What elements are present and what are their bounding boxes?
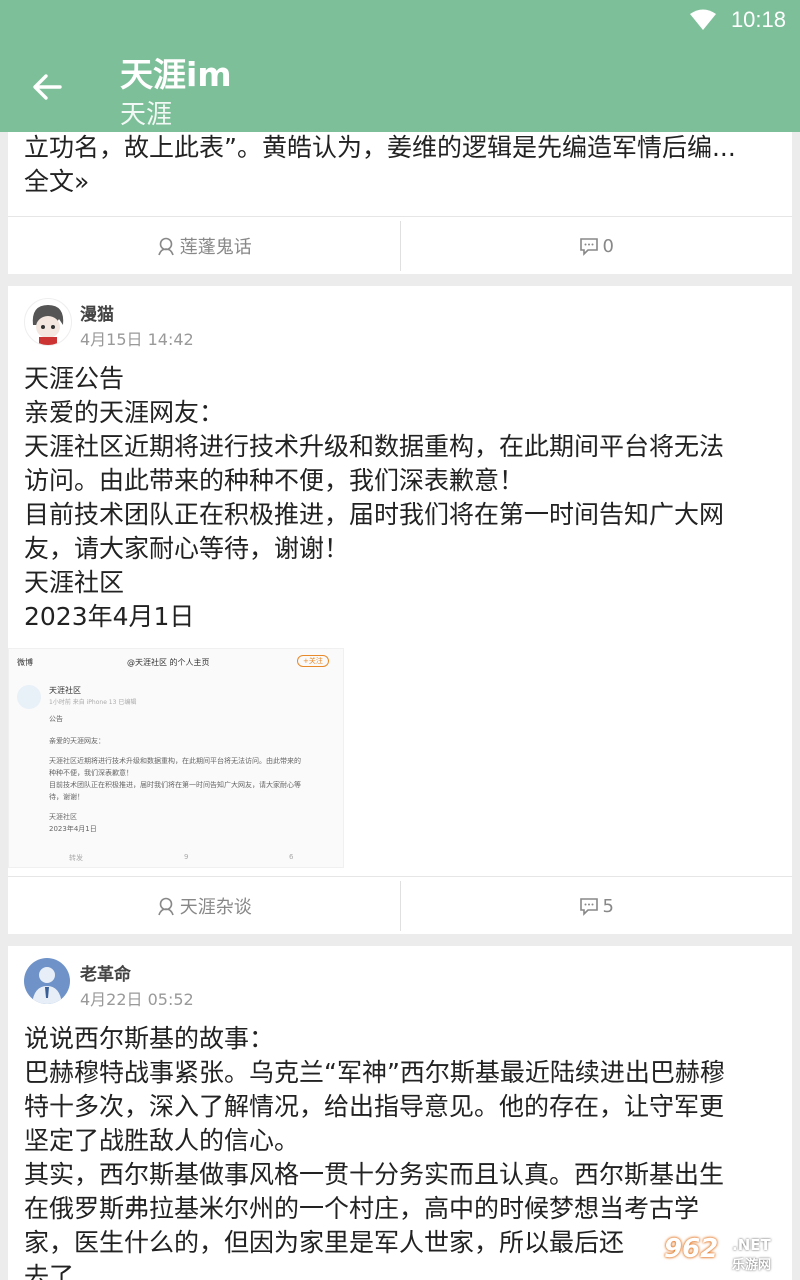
author-name[interactable]: 漫猫 bbox=[80, 300, 114, 325]
post-image[interactable]: 微博 @天涯社区 的个人主页 +关注 天涯社区 1小时前 来自 iPhone 1… bbox=[8, 648, 344, 868]
board-button[interactable]: 莲蓬鬼话 bbox=[8, 217, 400, 275]
read-full-link[interactable]: 全文» bbox=[24, 165, 776, 199]
app-bar: 天涯im 天涯 bbox=[0, 40, 800, 132]
image-line: 天涯社区近期将进行技术升级和数据重构，在此期间平台将无法访问。由此带来的 bbox=[49, 757, 301, 765]
board-label: 天涯杂谈 bbox=[179, 897, 252, 918]
person-silhouette-icon bbox=[32, 967, 62, 1004]
post-text-line: 其实，西尔斯基做事风格一贯十分务实而且认真。西尔斯基出生 bbox=[24, 1160, 725, 1189]
post-author: 老革命 4月22日 05:52 bbox=[24, 958, 784, 1010]
post-time: 4月15日 14:42 bbox=[80, 330, 194, 349]
app-title: 天涯im bbox=[120, 55, 232, 94]
watermark-number: 962 bbox=[664, 1234, 719, 1264]
post-text-line: 友，请大家耐心等待，谢谢！ bbox=[24, 534, 350, 563]
comment-count: 5 bbox=[602, 895, 614, 917]
status-bar: 10:18 bbox=[0, 0, 800, 40]
avatar[interactable] bbox=[24, 958, 70, 1004]
post-text-line: 亲爱的天涯网友： bbox=[24, 398, 225, 427]
post-text-line: 巴赫穆特战事紧张。乌克兰“军神”西尔斯基最近陆续进出巴赫穆 bbox=[24, 1058, 725, 1087]
image-line: 种种不便，我们深表歉意！ bbox=[49, 769, 133, 777]
post-text-line: 坚定了战胜敌人的信心。 bbox=[24, 1126, 300, 1155]
site-watermark: 962 .NET 乐游网 bbox=[660, 1234, 800, 1273]
post-text-line: 访问。由此带来的种种不便，我们深表歉意！ bbox=[24, 466, 525, 495]
anime-avatar-icon bbox=[32, 305, 64, 345]
image-like-count: 6 bbox=[289, 853, 294, 861]
post-author: 漫猫 4月15日 14:42 bbox=[24, 298, 784, 350]
watermark-name: 乐游网 bbox=[732, 1258, 772, 1273]
post-time: 4月22日 05:52 bbox=[80, 990, 194, 1009]
post-text-line: 在俄罗斯弗拉基米尔州的一个村庄，高中的时候梦想当考古学 bbox=[24, 1194, 700, 1223]
app-subtitle: 天涯 bbox=[120, 100, 173, 130]
comment-icon bbox=[579, 238, 598, 256]
author-name[interactable]: 老革命 bbox=[80, 960, 131, 985]
image-line: 待，谢谢！ bbox=[49, 793, 84, 801]
image-repost: 转发 bbox=[69, 854, 83, 862]
user-icon bbox=[157, 897, 174, 916]
post-text-line: 去了 bbox=[24, 1262, 75, 1280]
back-arrow-icon[interactable] bbox=[30, 70, 64, 104]
comment-count: 0 bbox=[602, 235, 614, 257]
post-text-line: 天涯社区近期将进行技术升级和数据重构，在此期间平台将无法 bbox=[24, 432, 725, 461]
image-comment-count: 9 bbox=[184, 853, 189, 861]
image-line: 2023年4月1日 bbox=[49, 825, 97, 833]
image-header: @天涯社区 的个人主页 bbox=[127, 658, 210, 667]
image-follow-button: +关注 bbox=[297, 655, 329, 667]
post-card[interactable]: 漫猫 4月15日 14:42 天涯公告 亲爱的天涯网友： 天涯社区近期将进行技术… bbox=[8, 286, 792, 934]
image-line: 公告 bbox=[49, 715, 63, 723]
image-line: 天涯社区 bbox=[49, 813, 77, 821]
image-avatar bbox=[17, 685, 41, 709]
post-text-line: 天涯公告 bbox=[24, 364, 125, 393]
post-text-line: 天涯社区 bbox=[24, 568, 125, 597]
avatar[interactable] bbox=[24, 298, 72, 346]
post-text-line: 家，医生什么的，但因为家里是军人世家，所以最后还 bbox=[24, 1228, 625, 1257]
board-button[interactable]: 天涯杂谈 bbox=[8, 877, 400, 935]
post-text-line: 特十多次，深入了解情况，给出指导意见。他的存在，让守军更 bbox=[24, 1092, 725, 1121]
post-card[interactable]: 立功名，故上此表”。黄皓认为，姜维的逻辑是先编造军情后编... 全文» 莲蓬鬼话… bbox=[8, 132, 792, 274]
post-card[interactable]: 老革命 4月22日 05:52 说说西尔斯基的故事： 巴赫穆特战事紧张。乌克兰“… bbox=[8, 946, 792, 1280]
status-time: 10:18 bbox=[730, 7, 786, 32]
post-text-line: 2023年4月1日 bbox=[24, 602, 195, 631]
image-line: 亲爱的天涯网友： bbox=[49, 737, 105, 745]
image-account: 天涯社区 bbox=[49, 686, 81, 695]
post-text-line: 目前技术团队正在积极推进，届时我们将在第一时间告知广大网 bbox=[24, 500, 725, 529]
image-back-label: 微博 bbox=[17, 658, 33, 667]
image-meta: 1小时前 来自 iPhone 13 已编辑 bbox=[49, 699, 137, 706]
comment-button[interactable]: 0 bbox=[401, 217, 793, 275]
post-text-line: 立功名，故上此表”。黄皓认为，姜维的逻辑是先编造军情后编... bbox=[24, 133, 736, 162]
post-text-line: 说说西尔斯基的故事： bbox=[24, 1024, 275, 1053]
board-label: 莲蓬鬼话 bbox=[179, 237, 252, 258]
user-icon bbox=[157, 237, 174, 256]
watermark-suffix: .NET bbox=[732, 1236, 771, 1254]
comment-button[interactable]: 5 bbox=[401, 877, 793, 935]
comment-icon bbox=[579, 898, 598, 916]
wifi-icon bbox=[689, 9, 716, 30]
image-line: 目前技术团队正在积极推进，届时我们将在第一时间告知广大网友，请大家耐心等 bbox=[49, 781, 301, 789]
